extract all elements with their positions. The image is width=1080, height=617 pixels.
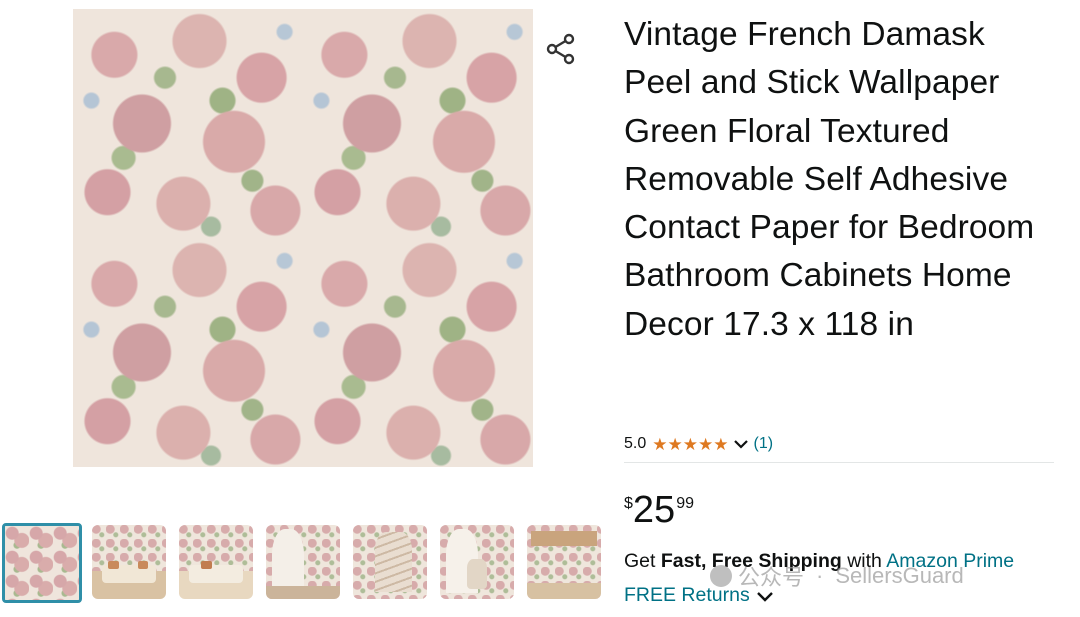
star-icon: ★ [652,434,668,454]
thumbnail-archway[interactable] [266,525,340,599]
rating-row: 5.0 ★ ★ ★ ★ ★ (1) [624,435,773,453]
star-icon: ★ [682,434,698,454]
price-symbol: $ [624,495,633,512]
product-main-image[interactable] [73,9,533,467]
price-whole: 25 [632,489,676,531]
star-icon: ★ [713,434,729,454]
price: $ 25 99 [624,488,694,532]
star-rating[interactable]: ★ ★ ★ ★ ★ [652,436,728,453]
shipping-with: with [847,550,882,572]
thumbnail-chair-room[interactable] [440,525,514,599]
thumbnail-staircase[interactable] [353,525,427,599]
chevron-down-icon[interactable] [733,439,748,449]
share-icon [546,33,575,65]
free-returns-link[interactable]: FREE Returns [624,584,774,607]
rating-value: 5.0 [624,435,647,452]
thumbnail-pattern[interactable] [2,523,82,603]
thumbnail-living-room[interactable] [92,525,166,599]
chevron-down-icon [756,591,773,602]
review-count-link[interactable]: (1) [754,435,774,453]
amazon-prime-link[interactable]: Amazon Prime [886,550,1014,572]
product-title: Vintage French Damask Peel and Stick Wal… [624,16,1035,343]
shipping-info: Get Fast, Free Shipping with Amazon Prim… [624,550,1014,573]
shipping-get: Get [624,550,656,572]
divider [624,462,1054,463]
star-icon: ★ [698,434,714,454]
shipping-fast-free: Fast, Free Shipping [660,550,842,572]
free-returns-label: FREE Returns [624,584,750,606]
thumbnail-sofa-room[interactable] [179,525,253,599]
price-fraction: 99 [676,495,694,512]
thumbnail-kitchen[interactable] [527,525,601,599]
star-icon: ★ [667,434,683,454]
share-button[interactable] [542,30,580,68]
